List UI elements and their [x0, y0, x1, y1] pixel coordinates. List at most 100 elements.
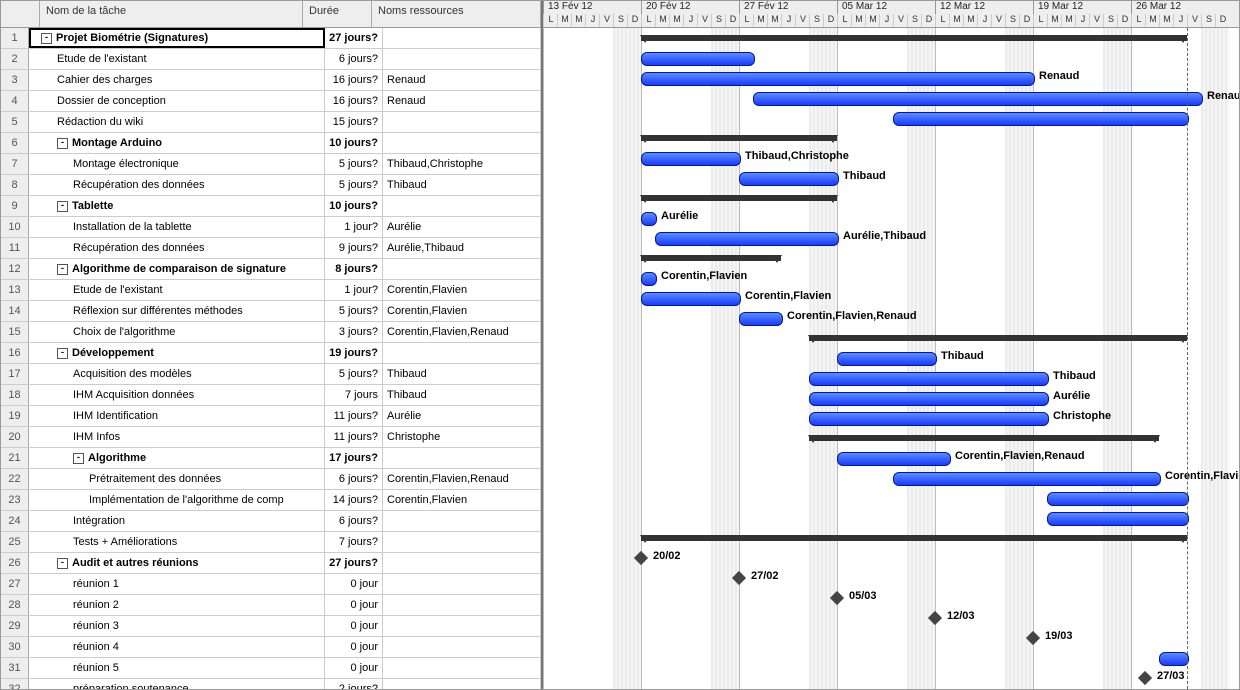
task-name-cell[interactable]: Etude de l'existant — [29, 49, 325, 69]
task-bar[interactable] — [809, 412, 1049, 426]
table-row[interactable]: 16-Développement19 jours? — [1, 343, 541, 364]
duration-cell[interactable]: 0 jour — [325, 574, 383, 594]
duration-cell[interactable]: 17 jours? — [325, 448, 383, 468]
resources-cell[interactable]: Thibaud,Christophe — [383, 154, 541, 174]
task-name-cell[interactable]: IHM Identification — [29, 406, 325, 426]
resources-cell[interactable]: Thibaud — [383, 364, 541, 384]
duration-cell[interactable]: 16 jours? — [325, 91, 383, 111]
resources-cell[interactable]: Aurélie,Thibaud — [383, 238, 541, 258]
duration-cell[interactable]: 19 jours? — [325, 343, 383, 363]
duration-cell[interactable]: 0 jour — [325, 658, 383, 678]
summary-bar[interactable] — [641, 535, 1187, 541]
summary-bar[interactable] — [809, 335, 1187, 341]
summary-bar[interactable] — [641, 135, 837, 141]
task-name-cell[interactable]: Montage électronique — [29, 154, 325, 174]
task-name-cell[interactable]: préparation soutenance — [29, 679, 325, 689]
duration-cell[interactable]: 10 jours? — [325, 196, 383, 216]
duration-cell[interactable]: 11 jours? — [325, 427, 383, 447]
task-name-cell[interactable]: Tests + Améliorations — [29, 532, 325, 552]
resources-cell[interactable]: Corentin,Flavien — [383, 490, 541, 510]
table-row[interactable]: 32préparation soutenance2 jours? — [1, 679, 541, 689]
task-bar[interactable] — [655, 232, 839, 246]
resources-cell[interactable] — [383, 532, 541, 552]
duration-cell[interactable]: 0 jour — [325, 616, 383, 636]
resources-cell[interactable] — [383, 259, 541, 279]
resources-cell[interactable] — [383, 112, 541, 132]
resources-cell[interactable] — [383, 511, 541, 531]
duration-cell[interactable]: 1 jour? — [325, 217, 383, 237]
task-bar[interactable] — [837, 352, 937, 366]
resources-cell[interactable] — [383, 343, 541, 363]
duration-cell[interactable]: 0 jour — [325, 595, 383, 615]
duration-cell[interactable]: 5 jours? — [325, 301, 383, 321]
duration-cell[interactable]: 14 jours? — [325, 490, 383, 510]
milestone-icon[interactable] — [1026, 631, 1040, 645]
table-row[interactable]: 21-Algorithme17 jours? — [1, 448, 541, 469]
milestone-icon[interactable] — [830, 591, 844, 605]
milestone-icon[interactable] — [1138, 671, 1152, 685]
resources-cell[interactable]: Corentin,Flavien — [383, 301, 541, 321]
task-name-cell[interactable]: -Développement — [29, 343, 325, 363]
resources-cell[interactable] — [383, 133, 541, 153]
table-row[interactable]: 15Choix de l'algorithme3 jours?Corentin,… — [1, 322, 541, 343]
table-row[interactable]: 5Rédaction du wiki15 jours? — [1, 112, 541, 133]
task-bar[interactable] — [739, 172, 839, 186]
duration-cell[interactable]: 6 jours? — [325, 469, 383, 489]
task-name-cell[interactable]: Intégration — [29, 511, 325, 531]
task-name-cell[interactable]: Acquisition des modèles — [29, 364, 325, 384]
task-bar[interactable] — [1159, 652, 1189, 666]
duration-cell[interactable]: 7 jours — [325, 385, 383, 405]
table-row[interactable]: 24Intégration6 jours? — [1, 511, 541, 532]
toggle-icon[interactable]: - — [57, 201, 68, 212]
task-name-cell[interactable]: réunion 4 — [29, 637, 325, 657]
task-name-cell[interactable]: Cahier des charges — [29, 70, 325, 90]
gantt-chart[interactable]: 13 Fév 12LMMJVSD20 Fév 12LMMJVSD27 Fév 1… — [543, 1, 1239, 689]
resources-cell[interactable]: Corentin,Flavien,Renaud — [383, 322, 541, 342]
task-name-cell[interactable]: Choix de l'algorithme — [29, 322, 325, 342]
col-resources[interactable]: Noms ressources — [372, 1, 541, 27]
table-row[interactable]: 17Acquisition des modèles5 jours?Thibaud — [1, 364, 541, 385]
resources-cell[interactable]: Thibaud — [383, 385, 541, 405]
toggle-icon[interactable]: - — [57, 558, 68, 569]
duration-cell[interactable]: 16 jours? — [325, 70, 383, 90]
task-name-cell[interactable]: IHM Acquisition données — [29, 385, 325, 405]
summary-bar[interactable] — [641, 195, 837, 201]
table-row[interactable]: 9-Tablette10 jours? — [1, 196, 541, 217]
task-bar[interactable] — [641, 212, 657, 226]
table-row[interactable]: 26-Audit et autres réunions27 jours? — [1, 553, 541, 574]
duration-cell[interactable]: 0 jour — [325, 637, 383, 657]
task-bar[interactable] — [893, 472, 1161, 486]
task-name-cell[interactable]: Récupération des données — [29, 175, 325, 195]
task-name-cell[interactable]: -Audit et autres réunions — [29, 553, 325, 573]
task-bar[interactable] — [641, 272, 657, 286]
milestone-icon[interactable] — [634, 551, 648, 565]
resources-cell[interactable] — [383, 637, 541, 657]
duration-cell[interactable]: 8 jours? — [325, 259, 383, 279]
task-bar[interactable] — [641, 52, 755, 66]
summary-bar[interactable] — [809, 435, 1159, 441]
task-name-cell[interactable]: réunion 1 — [29, 574, 325, 594]
duration-cell[interactable]: 2 jours? — [325, 679, 383, 689]
table-row[interactable]: 25Tests + Améliorations7 jours? — [1, 532, 541, 553]
summary-bar[interactable] — [641, 255, 781, 261]
resources-cell[interactable]: Renaud — [383, 91, 541, 111]
task-name-cell[interactable]: Récupération des données — [29, 238, 325, 258]
duration-cell[interactable]: 7 jours? — [325, 532, 383, 552]
table-row[interactable]: 7Montage électronique5 jours?Thibaud,Chr… — [1, 154, 541, 175]
table-row[interactable]: 14Réflexion sur différentes méthodes5 jo… — [1, 301, 541, 322]
task-name-cell[interactable]: -Montage Arduino — [29, 133, 325, 153]
task-bar[interactable] — [739, 312, 783, 326]
table-row[interactable]: 6-Montage Arduino10 jours? — [1, 133, 541, 154]
resources-cell[interactable]: Aurélie — [383, 406, 541, 426]
task-bar[interactable] — [641, 152, 741, 166]
table-row[interactable]: 3Cahier des charges16 jours?Renaud — [1, 70, 541, 91]
task-name-cell[interactable]: -Algorithme — [29, 448, 325, 468]
table-row[interactable]: 28réunion 20 jour — [1, 595, 541, 616]
task-name-cell[interactable]: -Projet Biométrie (Signatures) — [29, 28, 325, 48]
gantt-body[interactable]: RenaudRenaudThibaud,ChristopheThibaudAur… — [543, 28, 1239, 689]
table-row[interactable]: 12-Algorithme de comparaison de signatur… — [1, 259, 541, 280]
resources-cell[interactable]: Renaud — [383, 70, 541, 90]
table-row[interactable]: 23Implémentation de l'algorithme de comp… — [1, 490, 541, 511]
resources-cell[interactable] — [383, 196, 541, 216]
toggle-icon[interactable]: - — [57, 138, 68, 149]
